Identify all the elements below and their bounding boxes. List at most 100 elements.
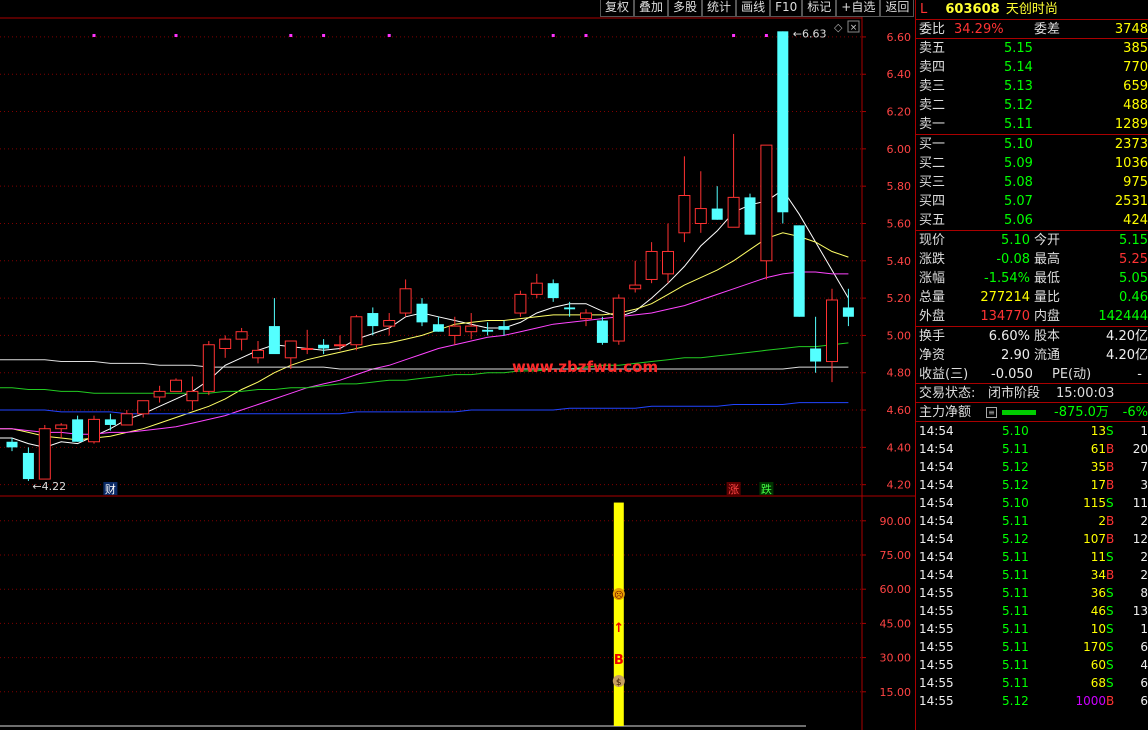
candle[interactable]	[760, 144, 773, 280]
toolbar-button-4[interactable]: 画线	[736, 0, 771, 17]
bid-row-3[interactable]: 买三 5.08 975	[916, 173, 1148, 192]
fund-label: 换手	[919, 329, 946, 344]
candle[interactable]	[186, 376, 199, 411]
ask-row-5[interactable]: 卖一 5.11 1289	[916, 115, 1148, 134]
candle[interactable]	[170, 378, 182, 392]
toolbar-button-0[interactable]: 复权	[600, 0, 635, 17]
tick-count: 6	[1140, 676, 1148, 690]
bid-row-5[interactable]: 买五 5.06 424	[916, 211, 1148, 230]
candle[interactable]	[55, 423, 68, 439]
toolbar-button-8[interactable]: 返回	[880, 0, 915, 17]
candle[interactable]	[580, 309, 592, 327]
toolbar-button-2[interactable]: 多股	[668, 0, 703, 17]
candle[interactable]	[318, 339, 330, 355]
event-marker[interactable]: 财	[103, 482, 118, 496]
candle[interactable]	[612, 294, 625, 345]
toolbar-button-1[interactable]: 叠加	[634, 0, 669, 17]
candle[interactable]	[367, 307, 379, 336]
toolbar-button-3[interactable]: 统计	[702, 0, 737, 17]
candle[interactable]	[662, 223, 674, 284]
quote-value: 5.25	[1119, 252, 1148, 267]
candle[interactable]	[22, 447, 34, 481]
ask-row-4[interactable]: 卖二 5.12 488	[916, 96, 1148, 115]
candle[interactable]	[727, 133, 740, 228]
main-force-doc-icon[interactable]: ≡	[986, 407, 997, 418]
candle[interactable]	[498, 320, 510, 336]
price-tick-label: 4.60	[887, 404, 912, 417]
tick-side: B	[1106, 568, 1115, 582]
price-tick-label: 5.60	[887, 217, 912, 230]
candle[interactable]	[514, 290, 527, 317]
candle[interactable]	[252, 341, 264, 364]
candle[interactable]	[334, 335, 346, 351]
candle[interactable]	[284, 340, 297, 370]
bid-row-1[interactable]: 买一 5.10 2373	[916, 135, 1148, 154]
candle[interactable]	[350, 314, 363, 351]
tick-time: 14:54	[919, 568, 954, 582]
candle[interactable]	[465, 313, 478, 340]
toolbar-button-7[interactable]: +自选	[836, 0, 881, 17]
candle[interactable]	[645, 242, 658, 284]
tick-price: 5.11	[1002, 442, 1029, 456]
candle[interactable]	[153, 385, 166, 403]
candle[interactable]	[777, 31, 789, 224]
toolbar-button-6[interactable]: 标记	[802, 0, 837, 17]
toolbar-button-5[interactable]: F10	[770, 0, 803, 17]
ask-row-3[interactable]: 卖三 5.13 659	[916, 77, 1148, 96]
ask-label: 卖一	[919, 117, 946, 132]
quote-label: 现价	[919, 233, 946, 248]
candle[interactable]	[416, 298, 428, 327]
candle[interactable]	[120, 410, 133, 426]
candle[interactable]	[104, 413, 116, 431]
candle[interactable]	[6, 438, 18, 452]
candle[interactable]	[530, 273, 543, 299]
stock-name: 天创时尚	[1005, 2, 1058, 17]
candle[interactable]	[301, 329, 314, 355]
bid-row-2[interactable]: 买二 5.09 1036	[916, 154, 1148, 173]
tick-price: 5.12	[1002, 478, 1029, 492]
diamond-icon[interactable]: ◇	[834, 21, 843, 34]
ask-row-2[interactable]: 卖四 5.14 770	[916, 58, 1148, 77]
candle[interactable]	[711, 186, 723, 220]
candle[interactable]	[547, 279, 559, 302]
candle[interactable]	[38, 424, 51, 480]
indicator-bar[interactable]	[613, 502, 624, 726]
candle[interactable]	[432, 316, 444, 332]
candle[interactable]	[793, 225, 805, 317]
candle[interactable]	[383, 313, 396, 336]
ask-label: 卖三	[919, 79, 946, 94]
event-marker[interactable]: 涨	[726, 482, 741, 496]
tick-side: S	[1106, 550, 1114, 564]
tick-volume: 2	[1098, 514, 1106, 528]
tick-price: 5.12	[1002, 460, 1029, 474]
bid-price: 5.06	[1004, 213, 1033, 228]
tick-count: 6	[1140, 640, 1148, 654]
candle[interactable]	[72, 415, 84, 442]
watermark: www.zbzfwu.com	[512, 358, 658, 376]
kline-chart[interactable]: 6.60 6.40 6.20 6.00 5.80 5.60 5.40 5.20 5.00 4.80…	[0, 0, 915, 730]
candle[interactable]	[744, 193, 756, 235]
candle[interactable]	[810, 316, 822, 373]
candle[interactable]	[268, 298, 280, 355]
candle[interactable]	[88, 415, 100, 444]
tick-list[interactable]: 14:54 5.10 13 S 1 14:54 5.11 61 B 20 14:54 5.12 35 B 7…	[916, 422, 1148, 710]
bid-label: 买三	[919, 175, 946, 190]
ask-row-1[interactable]: 卖五 5.15 385	[916, 39, 1148, 58]
candle[interactable]	[694, 171, 707, 233]
tick-volume: 36	[1090, 586, 1106, 600]
candle[interactable]	[202, 341, 215, 396]
tick-count: 11	[1132, 496, 1148, 510]
bid-label: 买五	[919, 213, 946, 228]
candle[interactable]	[842, 288, 854, 327]
event-marker[interactable]: 跌	[759, 482, 774, 496]
bid-row-4[interactable]: 买四 5.07 2531	[916, 192, 1148, 211]
close-icon[interactable]: ×	[847, 20, 860, 33]
candle[interactable]	[629, 260, 642, 293]
candle[interactable]	[678, 156, 691, 243]
candle[interactable]	[596, 316, 608, 345]
candle[interactable]	[399, 279, 412, 317]
candle[interactable]	[826, 288, 838, 383]
candle[interactable]	[235, 327, 248, 351]
candle[interactable]	[219, 335, 232, 358]
candle[interactable]	[482, 322, 494, 336]
